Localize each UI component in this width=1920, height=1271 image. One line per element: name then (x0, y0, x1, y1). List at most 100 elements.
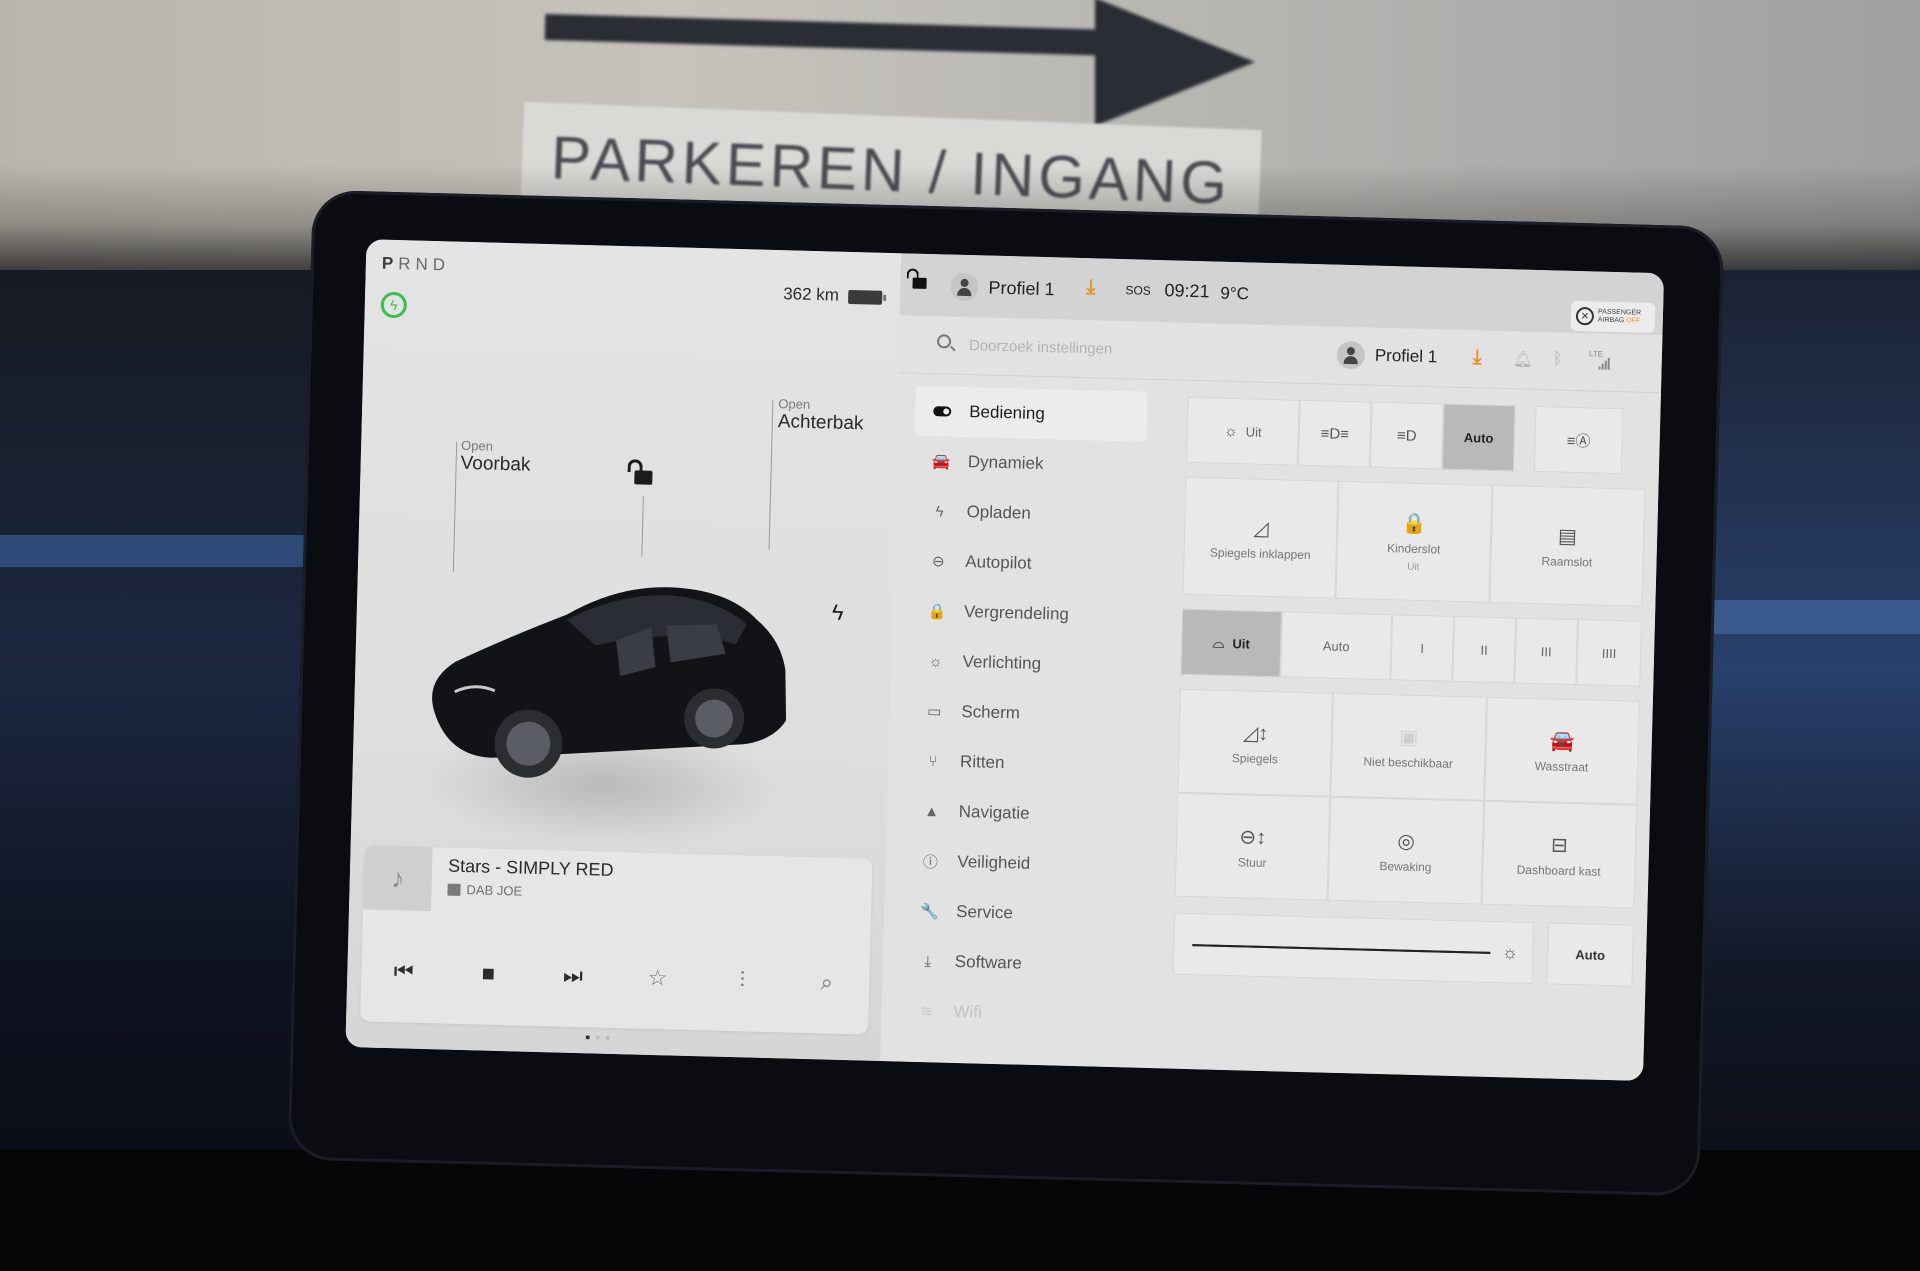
window-lock-button[interactable]: ▤ Raamslot (1489, 484, 1646, 607)
passenger-airbag-indicator: ✕ PASSENGER AIRBAG OFF (1570, 300, 1656, 334)
wiper-off-option[interactable]: ⌓ Uit (1180, 608, 1283, 678)
track-title: Stars - SIMPLY RED (447, 855, 614, 880)
gear-p: P (381, 253, 399, 274)
nav-item-opladen[interactable]: ϟ Opladen (912, 486, 1145, 542)
wiper-speed-2[interactable]: II (1452, 615, 1517, 684)
mirrors-adjust-button[interactable]: ◿↕ Spiegels (1177, 688, 1334, 797)
previous-track-button[interactable]: ⏮ (383, 951, 424, 992)
gear-d: D (432, 255, 451, 275)
navigation-icon: ▲ (924, 802, 940, 820)
nav-item-bediening[interactable]: Bediening (914, 385, 1148, 442)
nav-label: Verlichting (962, 652, 1042, 674)
settings-profile-button[interactable]: Profiel 1 (1336, 340, 1437, 372)
bell-icon[interactable]: 🔔︎ (1513, 349, 1534, 370)
nav-item-vergrendeling[interactable]: 🔒 Vergrendeling (909, 586, 1142, 642)
frunk-label: Voorbak (460, 452, 531, 476)
brightness-slider[interactable]: ☼ (1172, 912, 1535, 985)
trunk-button[interactable]: Open Achterbak (778, 396, 864, 435)
bluetooth-icon[interactable]: ᛒ (1553, 350, 1563, 368)
mirror-fold-icon: ◿ (1252, 517, 1269, 540)
avatar-icon (1336, 340, 1366, 370)
temp-down-chevron-icon[interactable]: ‹ (508, 1077, 513, 1081)
child-lock-button[interactable]: 🔒 Kinderslot Uit (1335, 480, 1493, 603)
nav-item-verlichting[interactable]: ☼ Verlichting (908, 636, 1141, 692)
wiper-auto-option[interactable]: Auto (1280, 611, 1393, 681)
parking-lights-icon: ≡D≡ (1320, 424, 1350, 443)
charge-port-bolt-icon[interactable]: ϟ (832, 600, 844, 626)
nav-label: Scherm (961, 702, 1021, 723)
seat-heater-icon[interactable]: ♨ (659, 1073, 679, 1081)
headlight-auto-option[interactable]: Auto (1441, 403, 1516, 472)
download-icon[interactable]: ⤓ (1086, 276, 1095, 299)
car-icon[interactable]: 🚘︎ (378, 1066, 407, 1081)
option-label: IIII (1601, 645, 1617, 661)
car-wash-button[interactable]: 🚘 Wasstraat (1483, 696, 1640, 805)
unavailable-icon: ▣ (1399, 725, 1419, 749)
nav-item-wifi[interactable]: ≋ Wifi (899, 985, 1132, 1041)
frunk-button[interactable]: Open Voorbak (460, 438, 531, 477)
front-defrost-icon[interactable]: ⌓ (754, 1076, 772, 1081)
airbag-text: PASSENGER AIRBAG OFF (1598, 309, 1641, 326)
gear-n: N (415, 254, 434, 275)
temp-up-chevron-icon[interactable]: › (595, 1080, 600, 1081)
brightness-auto-button[interactable]: Auto (1546, 922, 1635, 987)
option-label: III (1540, 643, 1552, 659)
climate-mode: Handmatig (530, 1057, 580, 1071)
glovebox-button[interactable]: ⊟ Dashboard kast (1481, 800, 1638, 909)
nav-item-veiligheid[interactable]: ⓘ Veiligheid (903, 836, 1136, 892)
windshield-heater-icon[interactable]: ⌓ (872, 1079, 890, 1081)
wiper-icon: ⌓ (1212, 634, 1225, 652)
car-model-image[interactable] (412, 541, 798, 801)
nav-label: Software (954, 951, 1023, 973)
nav-item-dynamiek[interactable]: 🚘 Dynamiek (913, 436, 1146, 492)
stop-button[interactable]: ■ (468, 953, 509, 994)
lock-tiles: ◿ Spiegels inklappen 🔒 Kinderslot Uit ▤ Raam… (1182, 476, 1646, 607)
nav-item-ritten[interactable]: ⑂ Ritten (905, 736, 1138, 792)
rear-defrost-icon[interactable]: ▭ (814, 1077, 835, 1081)
page-dot[interactable] (585, 1035, 590, 1040)
next-track-button[interactable]: ⏭ (552, 955, 593, 996)
skip-back-icon: ⏮ (393, 958, 414, 984)
brightness-track (1192, 944, 1491, 954)
unlocked-lock-icon[interactable] (912, 277, 927, 289)
sos-icon[interactable]: SOS (1125, 283, 1151, 298)
low-beam-option[interactable]: ≡D (1369, 401, 1444, 470)
auto-high-beam-button[interactable]: ≡Ⓐ (1533, 405, 1624, 475)
unlocked-lock-icon[interactable] (634, 470, 653, 485)
profile-name: Profiel 1 (988, 277, 1055, 299)
option-label: Uit (1232, 635, 1251, 652)
charging-circle-icon: ϟ (380, 291, 408, 319)
radio-icon (447, 883, 461, 896)
tile-label: Raamslot (1541, 553, 1593, 569)
wiper-speed-4[interactable]: IIII (1576, 619, 1642, 687)
headlight-off-option[interactable]: ☼ Uit (1185, 396, 1300, 466)
battery-icon (848, 289, 883, 305)
equalizer-button[interactable]: ⫶ (722, 960, 763, 1001)
profile-button[interactable]: Profiel 1 (950, 272, 1055, 304)
nav-item-software[interactable]: ⤓ Software (900, 936, 1133, 992)
screen-bezel: PRND ϟ 362 km Open Voorbak Open Achterba… (287, 189, 1725, 1197)
nav-item-navigatie[interactable]: ▲ Navigatie (904, 786, 1137, 842)
media-page-indicator[interactable] (585, 1035, 610, 1040)
steering-adjust-button[interactable]: ⊖↕ Stuur (1174, 792, 1331, 901)
parking-lights-option[interactable]: ≡D≡ (1297, 399, 1372, 468)
climate-control[interactable]: Handmatig ‹ 21.0 › (494, 1057, 615, 1081)
nav-item-service[interactable]: 🔧 Service (901, 886, 1134, 942)
favorite-button[interactable]: ☆ (637, 958, 678, 999)
controls-content: ☼ Uit ≡D≡ ≡D Auto ≡Ⓐ ◿ Spiegels inklappen … (1172, 396, 1648, 987)
bolt-icon: ϟ (935, 502, 944, 520)
phone-icon[interactable]: ✆ (934, 1080, 953, 1081)
airbag-line2: AIRBAG (1597, 316, 1625, 325)
media-search-button[interactable]: ⌕ (806, 962, 847, 1003)
page-dot[interactable] (605, 1035, 610, 1040)
page-dot[interactable] (595, 1035, 600, 1040)
download-icon[interactable]: ⤓ (1473, 346, 1482, 369)
nav-item-scherm[interactable]: ▭ Scherm (907, 686, 1140, 742)
sentry-mode-button[interactable]: ◎ Bewaking (1327, 796, 1484, 905)
wiper-speed-1[interactable]: I (1390, 614, 1455, 682)
settings-search-input[interactable] (968, 331, 1290, 368)
fold-mirrors-button[interactable]: ◿ Spiegels inklappen (1182, 476, 1339, 599)
wiper-speed-3[interactable]: III (1514, 617, 1579, 686)
nav-label: Service (955, 901, 1014, 923)
nav-item-autopilot[interactable]: ⊖ Autopilot (911, 536, 1144, 592)
